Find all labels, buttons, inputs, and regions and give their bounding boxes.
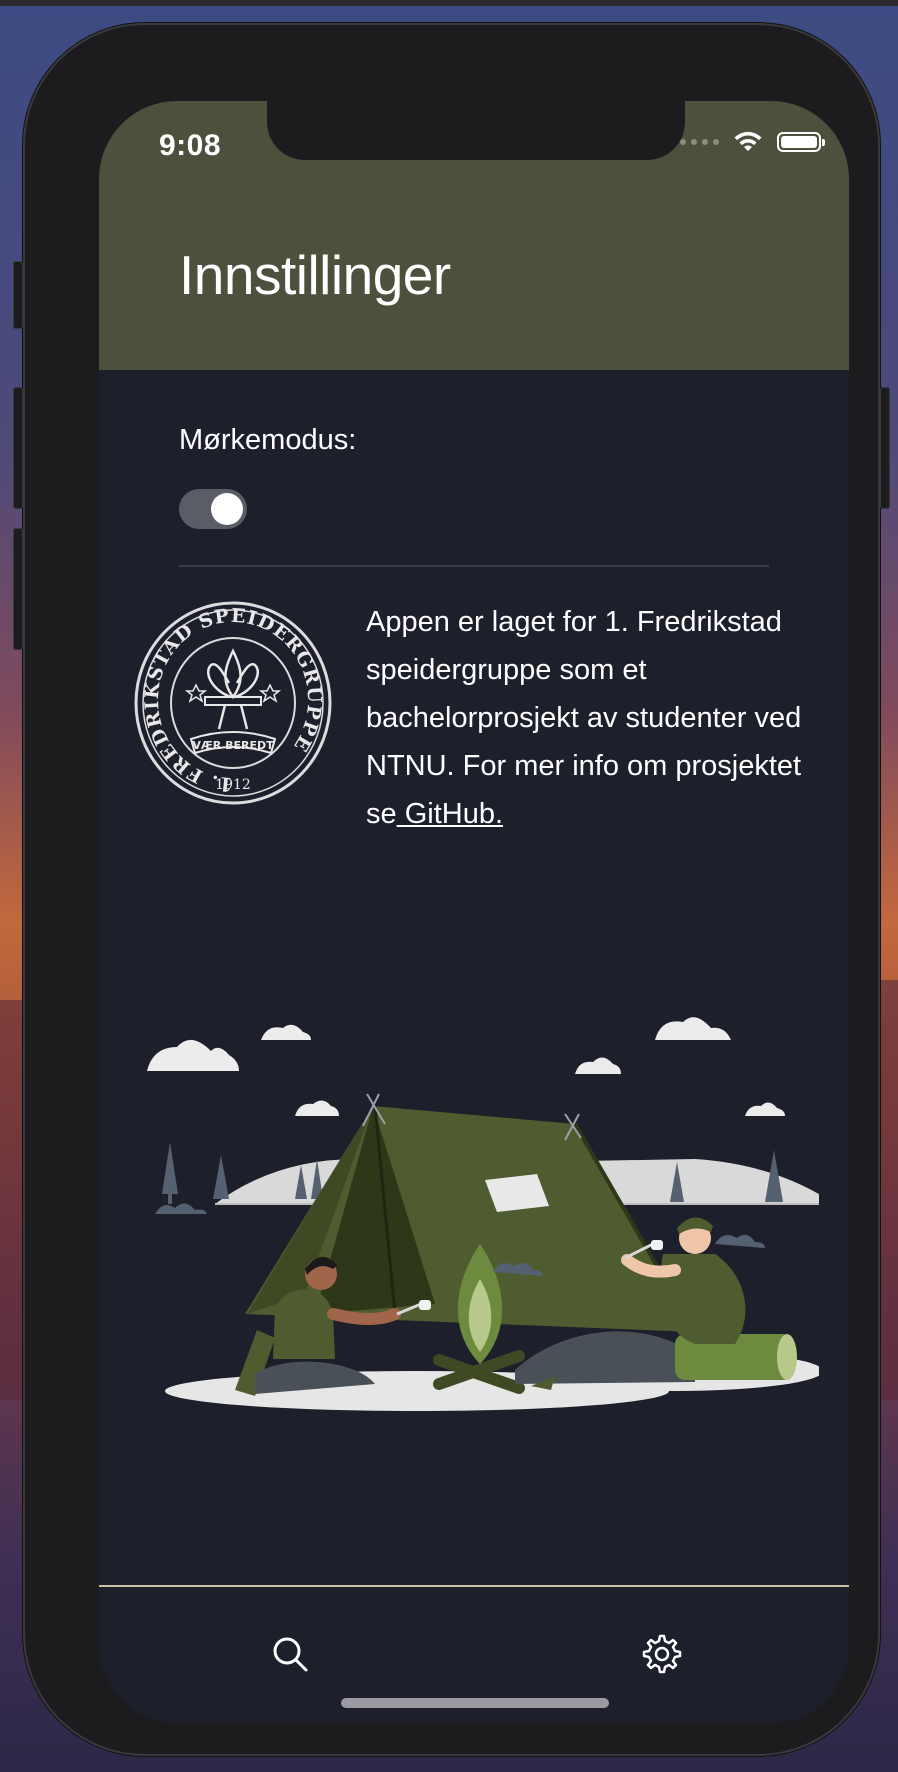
power-button bbox=[880, 387, 890, 509]
about-body: Appen er laget for 1. Fredrikstad speide… bbox=[366, 606, 802, 830]
battery-icon bbox=[777, 132, 825, 152]
github-link[interactable]: GitHub. bbox=[397, 798, 503, 830]
gear-icon[interactable] bbox=[638, 1632, 682, 1676]
dark-mode-label: Mørkemodus: bbox=[179, 424, 357, 456]
status-icons bbox=[680, 131, 825, 153]
status-time: 9:08 bbox=[159, 129, 222, 162]
logo-motto: VÆR BEREDT bbox=[192, 739, 274, 752]
divider bbox=[179, 565, 769, 567]
app-header: 9:08 Innstillinger bbox=[99, 101, 849, 370]
window-top-edge bbox=[0, 0, 898, 6]
dark-mode-toggle[interactable] bbox=[179, 489, 247, 529]
notch bbox=[267, 101, 685, 160]
about-text: Appen er laget for 1. Fredrikstad speide… bbox=[366, 598, 806, 838]
home-indicator[interactable] bbox=[341, 1698, 609, 1708]
phone-frame: 9:08 Innstillinger Mørkemodus: 1. FREDRI… bbox=[13, 23, 890, 1756]
search-icon[interactable] bbox=[268, 1632, 312, 1676]
page-title: Innstillinger bbox=[179, 244, 451, 306]
logo-year: 1912 bbox=[215, 777, 251, 793]
toggle-knob bbox=[211, 493, 243, 525]
mute-switch bbox=[13, 261, 23, 329]
scout-group-logo: 1. FREDRIKSTAD SPEIDERGRUPPE VÆR BEREDT … bbox=[134, 601, 332, 805]
wifi-icon bbox=[734, 131, 762, 151]
app-screen: 9:08 Innstillinger Mørkemodus: 1. FREDRI… bbox=[99, 101, 849, 1723]
signal-icon bbox=[680, 139, 719, 145]
campfire-illustration bbox=[147, 1017, 819, 1411]
volume-down-button bbox=[13, 528, 23, 650]
volume-up-button bbox=[13, 387, 23, 509]
clouds bbox=[147, 1017, 785, 1116]
